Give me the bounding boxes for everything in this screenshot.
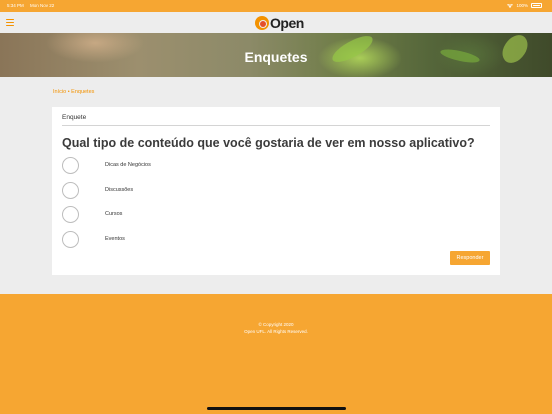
status-time: 5:34 PM: [7, 3, 24, 8]
poll-question: Qual tipo de conteúdo que você gostaria …: [62, 136, 475, 150]
radio-button[interactable]: [62, 230, 79, 248]
home-indicator[interactable]: [207, 407, 346, 410]
status-right: 100%: [507, 3, 542, 8]
radio-button[interactable]: [62, 181, 79, 199]
battery-icon: [531, 3, 542, 8]
logo-mark-icon: [255, 16, 269, 30]
radio-button[interactable]: [62, 156, 79, 174]
hero-banner: Enquetes: [0, 33, 552, 77]
status-date: Mon Nov 22: [30, 3, 55, 8]
footer: © Copyright 2020 Open UFL. All Rights Re…: [0, 294, 552, 414]
footer-text: © Copyright 2020 Open UFL. All Rights Re…: [0, 322, 552, 335]
poll-option[interactable]: Eventos: [62, 230, 125, 248]
breadcrumb-home-link[interactable]: Início: [53, 89, 66, 95]
status-bar: 5:34 PM Mon Nov 22 100%: [0, 0, 552, 12]
poll-option-label: Discussões: [105, 187, 134, 193]
main-content: Início • Enquetes Enquete Qual tipo de c…: [0, 77, 552, 294]
poll-option[interactable]: Dicas de Negócios: [62, 156, 151, 174]
breadcrumb-current[interactable]: Enquetes: [71, 89, 94, 95]
poll-option-label: Cursos: [105, 211, 123, 217]
page-title: Enquetes: [244, 49, 308, 65]
poll-header: Enquete: [62, 114, 490, 126]
rights-text: Open UFL. All Rights Reserved.: [244, 328, 308, 334]
battery-percent: 100%: [516, 3, 528, 8]
menu-icon[interactable]: [6, 19, 14, 26]
top-navbar: Open: [0, 12, 552, 33]
breadcrumb-separator: •: [67, 89, 70, 95]
poll-card: Enquete Qual tipo de conteúdo que você g…: [52, 107, 500, 275]
wifi-icon: [507, 3, 514, 8]
poll-option-label: Eventos: [105, 236, 125, 242]
breadcrumb: Início • Enquetes: [53, 89, 94, 95]
logo-text: Open: [270, 15, 304, 31]
poll-option[interactable]: Cursos: [62, 205, 122, 223]
poll-option-label: Dicas de Negócios: [105, 162, 151, 168]
app-logo: Open: [255, 15, 304, 31]
radio-button[interactable]: [62, 205, 79, 223]
submit-button[interactable]: Responder: [450, 251, 490, 265]
poll-option[interactable]: Discussões: [62, 181, 133, 199]
